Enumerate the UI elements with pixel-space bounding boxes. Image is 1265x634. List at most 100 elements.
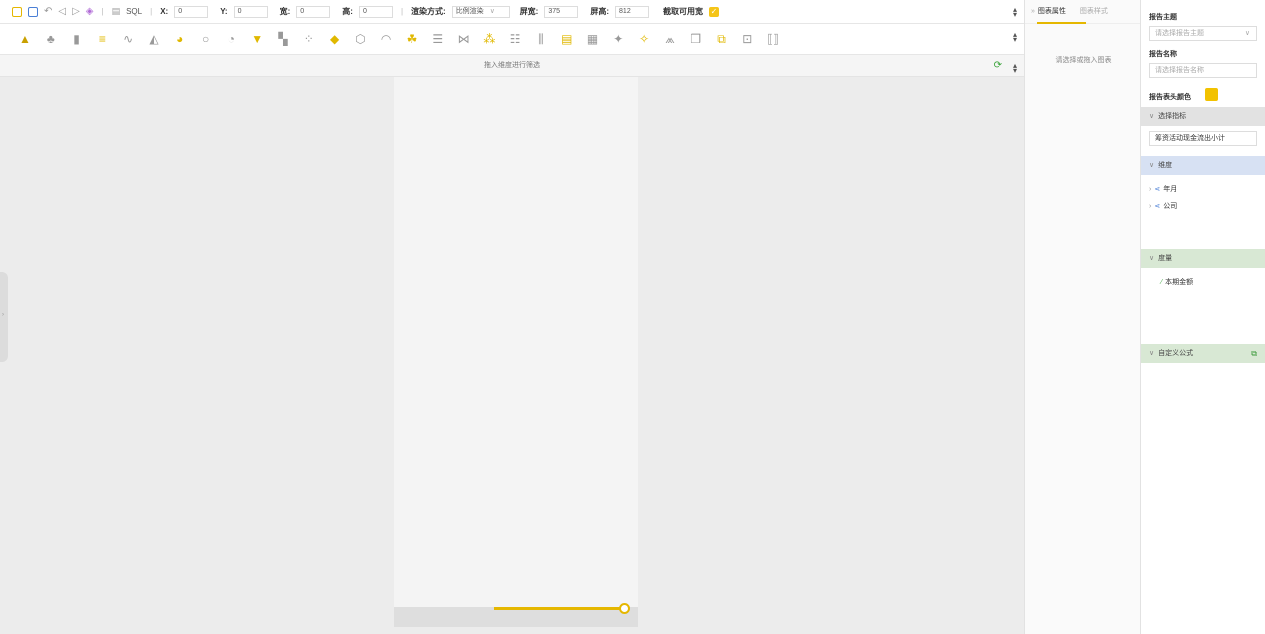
screen-width-label: 屏宽:: [519, 7, 539, 16]
x-input[interactable]: 0: [174, 5, 209, 18]
report-name-input[interactable]: 请选择报告名称: [1149, 63, 1257, 78]
back-icon[interactable]: ◁: [58, 6, 66, 17]
tab-chart-style[interactable]: 图表样式: [1080, 0, 1108, 24]
ruler-icon: ⁄: [1161, 278, 1163, 286]
dimension-item[interactable]: › ⋖ 公司: [1149, 201, 1177, 211]
header-color-swatch[interactable]: [1205, 88, 1218, 101]
render-select[interactable]: 比例渲染 ∨: [451, 5, 510, 18]
section-custom-formula-label: 自定义公式: [1158, 350, 1194, 357]
y-label: Y:: [220, 7, 228, 16]
sql-button[interactable]: SQL: [126, 7, 142, 16]
save-as-icon[interactable]: [28, 6, 38, 17]
separator: |: [400, 7, 404, 16]
toolbar-scroll-stepper[interactable]: ▴ ▾: [1012, 6, 1018, 19]
chart-type-icon-15[interactable]: ◠: [375, 28, 397, 50]
chart-type-icon-17[interactable]: ☰: [427, 28, 449, 50]
chart-type-icon-29[interactable]: ⊡: [736, 28, 758, 50]
chart-type-icon-16[interactable]: ☘: [401, 28, 423, 50]
chart-type-icon-30[interactable]: ⟦⟧: [762, 28, 784, 50]
chart-type-icon-12[interactable]: ⁘: [298, 28, 320, 50]
chart-type-icon-11[interactable]: ▚: [272, 28, 294, 50]
filter-placeholder: 拖入维度进行筛选: [484, 62, 540, 69]
chart-type-icon-19[interactable]: ⁂: [478, 28, 500, 50]
section-custom-formula[interactable]: ∨ 自定义公式 ⧉: [1141, 344, 1265, 363]
chart-type-icon-1[interactable]: ▲: [14, 28, 36, 50]
save-icon[interactable]: [12, 6, 22, 17]
screen-height-input[interactable]: 812: [615, 5, 650, 18]
design-canvas[interactable]: ›: [0, 77, 1024, 634]
tab-chart-properties[interactable]: » 图表属性: [1031, 0, 1086, 24]
chart-type-icon-6[interactable]: ◭: [143, 28, 165, 50]
filter-dropzone[interactable]: 拖入维度进行筛选 ⟳: [0, 55, 1024, 77]
x-label: X:: [160, 7, 169, 16]
chart-type-icon-24[interactable]: ✦: [607, 28, 629, 50]
property-tabs: » 图表属性 图表样式: [1025, 0, 1140, 24]
chart-type-icon-3[interactable]: ▮: [66, 28, 88, 50]
report-theme-label: 报告主题: [1149, 14, 1177, 21]
chart-type-icon-14[interactable]: ⬡: [349, 28, 371, 50]
cut-width-checkbox[interactable]: ✓: [709, 6, 720, 17]
undo-icon[interactable]: ↶: [44, 6, 52, 17]
chart-type-icon-5[interactable]: ∿: [117, 28, 139, 50]
width-input[interactable]: 0: [296, 5, 331, 18]
section-measure-label: 度量: [1158, 255, 1173, 262]
chart-type-icon-22[interactable]: ▤: [556, 28, 578, 50]
indicator-field[interactable]: 筹资活动现金流出小计: [1149, 131, 1257, 146]
measure-label: 本期金额: [1165, 279, 1194, 286]
report-designer: ↶ ◁ ▷ ◈ | ▤ SQL | X: 0 Y: 0 宽: 0 高: 0 | …: [0, 0, 1265, 634]
chart-type-icon-13[interactable]: ◆: [324, 28, 346, 50]
zoom-slider-track[interactable]: [494, 607, 624, 610]
chart-type-icon-2[interactable]: ♣: [40, 28, 62, 50]
chart-type-icon-21[interactable]: ⫼: [530, 28, 552, 50]
section-dimension[interactable]: ∨ 维度: [1141, 156, 1265, 175]
chart-type-icon-7[interactable]: ◕: [169, 28, 191, 50]
chart-type-icon-8[interactable]: ○: [195, 28, 217, 50]
tab-chart-properties-label: 图表属性: [1037, 7, 1066, 15]
chevron-down-icon: ∨: [1244, 30, 1250, 37]
layers-icon[interactable]: ◈: [86, 6, 94, 17]
dimension-item[interactable]: › ⋖ 年月: [1149, 184, 1177, 194]
zoom-slider-knob[interactable]: [619, 603, 630, 614]
chart-type-icon-10[interactable]: ▼: [246, 28, 268, 50]
height-input[interactable]: 0: [358, 5, 393, 18]
hierarchy-icon: ⋖: [1154, 186, 1161, 193]
chart-type-icon-25[interactable]: ✧: [633, 28, 655, 50]
forward-icon[interactable]: ▷: [72, 6, 80, 17]
report-theme-select[interactable]: 请选择报告主题 ∨: [1149, 26, 1257, 41]
chart-type-bar: ▲ ♣ ▮ ≡ ∿ ◭ ◕ ○ ◔ ▼ ▚ ⁘ ◆ ⬡ ◠ ☘ ☰ ⋈ ⁂ ☷ ⫼ ▤ ▦ ✦ ✧ ⩕ ❒ ⧉ ⊡ ⟦⟧: [0, 24, 1024, 55]
y-input[interactable]: 0: [233, 5, 268, 18]
chart-type-icon-18[interactable]: ⋈: [453, 28, 475, 50]
separator: |: [101, 7, 104, 16]
render-select-value: 比例渲染: [455, 7, 484, 15]
chart-type-icon-28[interactable]: ⧉: [711, 28, 733, 50]
chevron-down-icon: ∨: [1149, 350, 1155, 357]
refresh-icon[interactable]: ⟳: [994, 60, 1002, 72]
sql-icon[interactable]: ▤: [112, 6, 121, 17]
screen-width-input[interactable]: 375: [544, 5, 579, 18]
hierarchy-icon: ⋖: [1154, 203, 1161, 210]
chart-type-icon-23[interactable]: ▦: [582, 28, 604, 50]
chevron-right-icon: ›: [1149, 185, 1152, 193]
chart-type-icon-9[interactable]: ◔: [220, 28, 242, 50]
report-theme-placeholder: 请选择报告主题: [1155, 30, 1204, 37]
chart-type-icon-4[interactable]: ≡: [91, 28, 113, 50]
dimension-label: 公司: [1163, 203, 1178, 210]
chevron-down-icon: ∨: [489, 7, 495, 15]
mobile-canvas[interactable]: [394, 77, 638, 607]
section-measure[interactable]: ∨ 度量: [1141, 249, 1265, 268]
cut-width-label: 截取可用宽: [663, 7, 704, 16]
add-formula-icon[interactable]: ⧉: [1251, 344, 1257, 363]
chart-type-icon-20[interactable]: ☷: [504, 28, 526, 50]
measure-item[interactable]: ⁄ 本期金额: [1161, 277, 1193, 287]
top-toolbar: ↶ ◁ ▷ ◈ | ▤ SQL | X: 0 Y: 0 宽: 0 高: 0 | …: [0, 0, 1024, 24]
empty-hint: 请选择或拖入图表: [1055, 57, 1112, 64]
filter-stepper[interactable]: ▴ ▾: [1012, 62, 1018, 75]
chart-type-icon-27[interactable]: ❒: [685, 28, 707, 50]
collapse-handle[interactable]: ›: [0, 272, 8, 362]
section-indicator[interactable]: ∨ 选择指标: [1141, 107, 1265, 126]
height-label: 高:: [342, 7, 353, 16]
chart-type-icon-26[interactable]: ⩕: [659, 28, 681, 50]
chevron-down-icon: ∨: [1149, 113, 1155, 120]
chart-bar-stepper[interactable]: ▴ ▾: [1012, 31, 1018, 44]
dimension-label: 年月: [1163, 186, 1178, 193]
